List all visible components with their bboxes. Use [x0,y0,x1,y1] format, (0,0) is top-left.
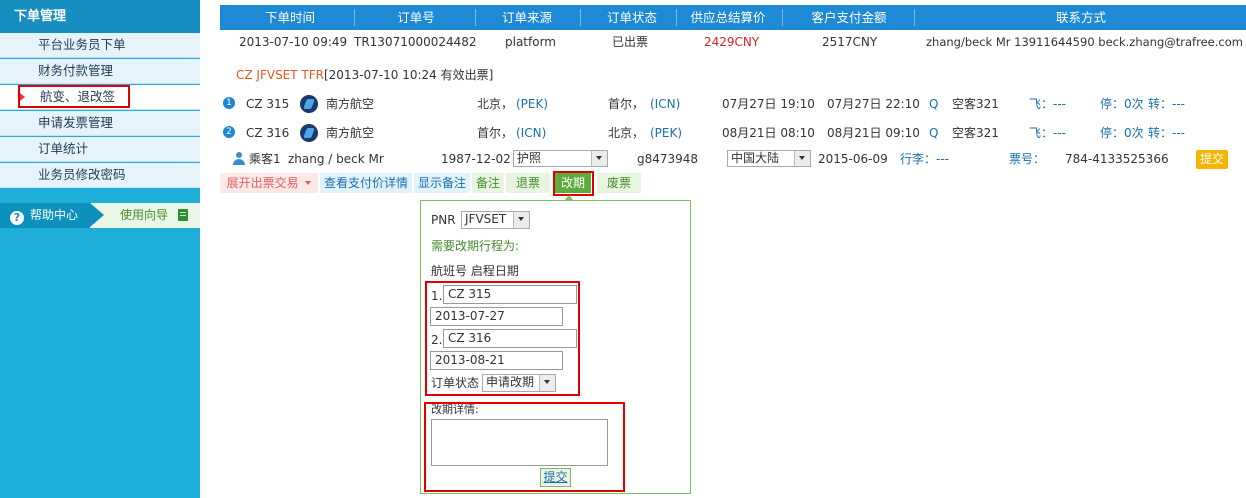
sidebar-item-change-password[interactable]: 业务员修改密码 [0,163,200,188]
flight-index-badge: 1 [223,97,235,109]
airline-name: 南方航空 [326,97,375,111]
ticket-label: 票号： [1009,152,1046,166]
doc-type-value: 护照 [517,151,542,165]
to-code: (ICN) [650,97,681,111]
itinerary-label: 需要改期行程为: [431,239,520,253]
passenger-birthday: 1987-12-02 [441,152,511,166]
depart-time: 08月21日 08:10 [722,126,815,140]
aircraft: 空客321 [952,97,999,111]
aircraft: 空客321 [952,126,999,140]
nationality-select[interactable]: 中国大陆 [727,150,811,167]
header-order-source: 订单来源 [501,10,552,25]
airline-logo-icon [300,124,318,142]
airline-name: 南方航空 [326,126,375,140]
header-supply-price: 供应总结算价 [690,10,766,25]
sidebar-item-platform-order[interactable]: 平台业务员下单 [0,33,200,58]
airline-logo-icon [300,95,318,113]
help-bar: ? 帮助中心 使用向导 [0,203,200,228]
transfer-info: 转：--- [1148,126,1185,140]
to-city: 北京， [608,126,645,140]
highlight-box-sidebar [18,85,130,108]
refund-tab[interactable]: 退票 [506,173,550,193]
usage-guide-label: 使用向导 [120,208,169,222]
sidebar-item-order-stats[interactable]: 订单统计 [0,137,200,162]
stop-info: 停：0次 [1100,97,1144,111]
arrive-time: 07月27日 22:10 [827,97,920,111]
flight-index-badge: 2 [223,126,235,138]
transfer-info: 转：--- [1148,97,1185,111]
highlight-box-segments [425,281,580,396]
doc-type-select[interactable]: 护照 [513,150,608,167]
pnr-select[interactable]: JFVSET [461,211,530,229]
to-code: (PEK) [650,126,683,140]
view-pay-detail-tab[interactable]: 查看支付价详情 [320,173,412,193]
chevron-down-icon [513,212,529,228]
to-city: 首尔， [608,97,645,111]
arrive-time: 08月21日 09:10 [827,126,920,140]
cabin-class: Q [929,97,939,111]
doc-expiry: 2015-06-09 [818,152,888,166]
contact-info: zhang/beck Mr 13911644590 beck.zhang@tra… [926,35,1243,49]
chevron-down-icon [591,151,607,166]
person-icon [233,152,245,165]
header-contact: 联系方式 [1055,10,1106,25]
order-source: platform [505,35,556,49]
from-code: (ICN) [516,126,547,140]
luggage-info: 行李：--- [900,152,949,166]
itinerary-columns-label: 航班号 启程日期 [431,264,519,278]
pnr-code: CZ JFVSET TFR [236,68,324,82]
fly-info: 飞：--- [1029,97,1066,111]
doc-number: g8473948 [637,152,699,166]
help-center-link[interactable]: ? 帮助中心 [0,203,90,228]
sidebar-item-invoice[interactable]: 申请发票管理 [0,111,200,136]
order-no: TR13071000024482 [354,35,477,49]
header-customer-paid: 客户支付金额 [811,10,887,25]
sidebar: 下单管理 平台业务员下单 财务付款管理 航变、退改签 申请发票管理 订单统计 业… [0,0,200,498]
fly-info: 飞：--- [1029,126,1066,140]
pnr-label: PNR [431,213,456,227]
pnr-select-value: JFVSET [465,212,507,226]
book-icon [178,209,188,221]
void-ticket-tab[interactable]: 废票 [597,173,641,193]
from-city: 北京， [477,97,514,111]
from-city: 首尔， [477,126,514,140]
show-note-tab[interactable]: 显示备注 [414,173,470,193]
expand-transaction-tab[interactable]: 展开出票交易 [220,173,318,193]
depart-time: 07月27日 19:10 [722,97,815,111]
ticket-number: 784-4133525366 [1065,152,1169,166]
sidebar-title: 下单管理 [0,0,200,33]
order-time: 2013-07-10 09:49 [239,35,348,49]
passenger-name: zhang / beck Mr [288,152,384,166]
flight-no: CZ 316 [246,126,290,140]
note-tab[interactable]: 备注 [472,173,504,193]
caret-down-icon [305,181,312,185]
supply-price: 2429CNY [704,35,760,49]
nationality-value: 中国大陆 [731,151,780,165]
stop-info: 停：0次 [1100,126,1144,140]
flight-no: CZ 315 [246,97,290,111]
passenger-submit-button[interactable]: 提交 [1196,150,1228,169]
cabin-class: Q [929,126,939,140]
sidebar-item-finance-payment[interactable]: 财务付款管理 [0,59,200,84]
expand-transaction-label: 展开出票交易 [226,176,299,190]
chevron-down-icon [794,151,810,166]
order-table-header: 下单时间 订单号 订单来源 订单状态 供应总结算价 客户支付金额 联系方式 [220,5,1246,30]
passenger-label: 乘客1 [249,152,281,166]
pnr-note: [2013-07-10 10:24 有效出票] [323,68,494,82]
highlight-box-change-tab [553,171,594,196]
header-order-time: 下单时间 [264,10,315,25]
header-order-status: 订单状态 [606,10,657,25]
highlight-box-detail [424,402,625,492]
customer-paid: 2517CNY [822,35,878,49]
from-code: (PEK) [516,97,549,111]
header-order-no: 订单号 [397,10,435,25]
order-status: 已出票 [612,35,649,49]
help-center-label: 帮助中心 [30,208,79,222]
usage-guide-link[interactable]: 使用向导 [90,203,200,228]
pnr-line: CZ JFVSET TFR[2013-07-10 10:24 有效出票] [236,67,493,83]
question-icon: ? [10,211,24,225]
